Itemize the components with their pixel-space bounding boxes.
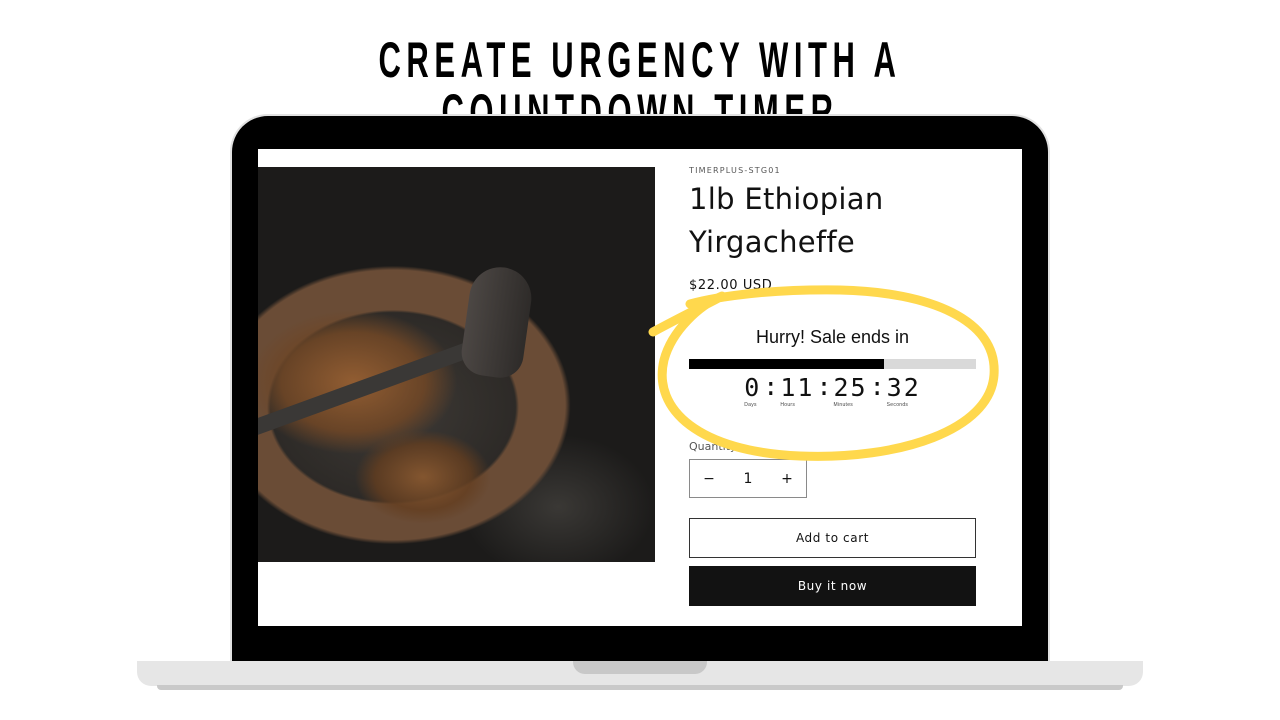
- timer-minutes-label: Minutes: [833, 402, 854, 408]
- timer-hours-label: Hours: [780, 402, 796, 408]
- timer-progress-fill: [689, 359, 885, 369]
- timer-seconds: 32 Seconds: [886, 373, 921, 409]
- timer-heading: Hurry! Sale ends in: [755, 327, 910, 347]
- product-sku: TIMERPLUS-STG01: [689, 166, 781, 175]
- product-image[interactable]: [258, 167, 655, 562]
- timer-days-label: Days: [744, 402, 757, 408]
- add-to-cart-button[interactable]: Add to cart: [689, 518, 976, 558]
- timer-days: 0 Days: [744, 373, 762, 409]
- timer-clock: 0 Days : 11 Hours : 25 Minutes : 32 Seco…: [689, 372, 976, 409]
- timer-separator: :: [869, 372, 885, 401]
- ladle-bowl-shape: [458, 263, 536, 381]
- timer-hours-value: 11: [780, 373, 815, 402]
- ladle-handle-shape: [258, 340, 477, 438]
- timer-separator: :: [816, 372, 832, 401]
- product-price: $22.00 USD: [689, 278, 773, 293]
- timer-seconds-value: 32: [886, 373, 921, 402]
- quantity-label: Quantity: [689, 440, 737, 453]
- timer-minutes-value: 25: [833, 373, 868, 402]
- quantity-stepper: − 1 +: [689, 459, 807, 498]
- buy-now-button[interactable]: Buy it now: [689, 566, 976, 606]
- timer-days-value: 0: [744, 373, 762, 402]
- countdown-timer: Hurry! Sale ends in 0 Days : 11 Hours : …: [689, 325, 976, 408]
- timer-minutes: 25 Minutes: [833, 373, 868, 409]
- timer-progress-bar: [689, 359, 976, 369]
- quantity-input[interactable]: 1: [729, 471, 767, 487]
- quantity-decrease-button[interactable]: −: [690, 471, 728, 487]
- timer-separator: :: [763, 372, 779, 401]
- laptop-screen: TIMERPLUS-STG01 1lb Ethiopian Yirgacheff…: [258, 149, 1022, 626]
- laptop-base-shadow: [157, 685, 1123, 690]
- timer-hours: 11 Hours: [780, 373, 815, 409]
- timer-seconds-label: Seconds: [886, 402, 909, 408]
- laptop-notch: [573, 661, 707, 674]
- quantity-increase-button[interactable]: +: [768, 471, 806, 487]
- product-title: 1lb Ethiopian Yirgacheffe: [689, 182, 884, 259]
